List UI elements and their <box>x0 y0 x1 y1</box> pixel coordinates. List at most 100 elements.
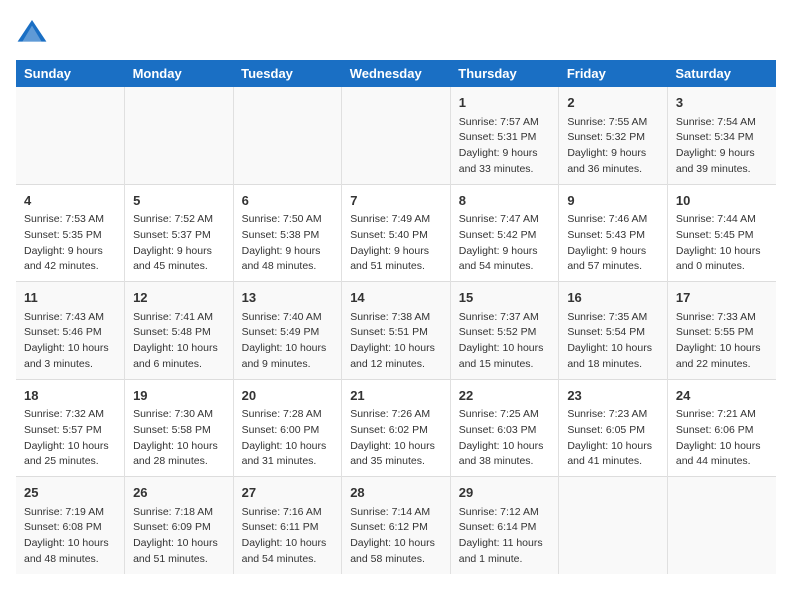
day-info: Sunrise: 7:49 AM Sunset: 5:40 PM Dayligh… <box>350 212 442 275</box>
day-number: 29 <box>459 483 551 503</box>
calendar-cell <box>233 87 342 184</box>
day-number: 10 <box>676 191 768 211</box>
day-info: Sunrise: 7:50 AM Sunset: 5:38 PM Dayligh… <box>242 212 334 275</box>
week-row-1: 1Sunrise: 7:57 AM Sunset: 5:31 PM Daylig… <box>16 87 776 184</box>
day-info: Sunrise: 7:37 AM Sunset: 5:52 PM Dayligh… <box>459 310 551 373</box>
calendar-cell: 10Sunrise: 7:44 AM Sunset: 5:45 PM Dayli… <box>667 184 776 282</box>
day-number: 28 <box>350 483 442 503</box>
day-number: 1 <box>459 93 551 113</box>
calendar-cell: 28Sunrise: 7:14 AM Sunset: 6:12 PM Dayli… <box>342 477 451 574</box>
page-header <box>16 16 776 48</box>
day-info: Sunrise: 7:25 AM Sunset: 6:03 PM Dayligh… <box>459 407 551 470</box>
day-info: Sunrise: 7:33 AM Sunset: 5:55 PM Dayligh… <box>676 310 768 373</box>
calendar-cell: 11Sunrise: 7:43 AM Sunset: 5:46 PM Dayli… <box>16 282 125 380</box>
day-number: 3 <box>676 93 768 113</box>
calendar-cell: 2Sunrise: 7:55 AM Sunset: 5:32 PM Daylig… <box>559 87 668 184</box>
calendar-cell: 19Sunrise: 7:30 AM Sunset: 5:58 PM Dayli… <box>125 379 234 477</box>
calendar-cell: 3Sunrise: 7:54 AM Sunset: 5:34 PM Daylig… <box>667 87 776 184</box>
day-header-wednesday: Wednesday <box>342 60 451 87</box>
calendar-cell: 13Sunrise: 7:40 AM Sunset: 5:49 PM Dayli… <box>233 282 342 380</box>
logo-icon <box>16 16 48 48</box>
day-info: Sunrise: 7:52 AM Sunset: 5:37 PM Dayligh… <box>133 212 225 275</box>
day-info: Sunrise: 7:23 AM Sunset: 6:05 PM Dayligh… <box>567 407 659 470</box>
day-info: Sunrise: 7:53 AM Sunset: 5:35 PM Dayligh… <box>24 212 116 275</box>
day-info: Sunrise: 7:21 AM Sunset: 6:06 PM Dayligh… <box>676 407 768 470</box>
week-row-2: 4Sunrise: 7:53 AM Sunset: 5:35 PM Daylig… <box>16 184 776 282</box>
day-number: 20 <box>242 386 334 406</box>
calendar-cell: 15Sunrise: 7:37 AM Sunset: 5:52 PM Dayli… <box>450 282 559 380</box>
calendar-cell: 17Sunrise: 7:33 AM Sunset: 5:55 PM Dayli… <box>667 282 776 380</box>
calendar-cell <box>559 477 668 574</box>
calendar-cell: 18Sunrise: 7:32 AM Sunset: 5:57 PM Dayli… <box>16 379 125 477</box>
day-number: 24 <box>676 386 768 406</box>
logo <box>16 16 52 48</box>
day-number: 7 <box>350 191 442 211</box>
day-info: Sunrise: 7:55 AM Sunset: 5:32 PM Dayligh… <box>567 115 659 178</box>
calendar-cell: 1Sunrise: 7:57 AM Sunset: 5:31 PM Daylig… <box>450 87 559 184</box>
day-header-saturday: Saturday <box>667 60 776 87</box>
calendar-cell: 22Sunrise: 7:25 AM Sunset: 6:03 PM Dayli… <box>450 379 559 477</box>
day-info: Sunrise: 7:54 AM Sunset: 5:34 PM Dayligh… <box>676 115 768 178</box>
day-number: 12 <box>133 288 225 308</box>
day-number: 11 <box>24 288 116 308</box>
week-row-4: 18Sunrise: 7:32 AM Sunset: 5:57 PM Dayli… <box>16 379 776 477</box>
day-number: 14 <box>350 288 442 308</box>
day-info: Sunrise: 7:16 AM Sunset: 6:11 PM Dayligh… <box>242 505 334 568</box>
day-header-friday: Friday <box>559 60 668 87</box>
calendar-cell: 25Sunrise: 7:19 AM Sunset: 6:08 PM Dayli… <box>16 477 125 574</box>
calendar-table: SundayMondayTuesdayWednesdayThursdayFrid… <box>16 60 776 574</box>
day-header-sunday: Sunday <box>16 60 125 87</box>
calendar-cell: 5Sunrise: 7:52 AM Sunset: 5:37 PM Daylig… <box>125 184 234 282</box>
calendar-cell: 23Sunrise: 7:23 AM Sunset: 6:05 PM Dayli… <box>559 379 668 477</box>
day-number: 23 <box>567 386 659 406</box>
day-info: Sunrise: 7:32 AM Sunset: 5:57 PM Dayligh… <box>24 407 116 470</box>
calendar-cell: 29Sunrise: 7:12 AM Sunset: 6:14 PM Dayli… <box>450 477 559 574</box>
day-header-tuesday: Tuesday <box>233 60 342 87</box>
day-number: 25 <box>24 483 116 503</box>
day-number: 13 <box>242 288 334 308</box>
calendar-cell: 8Sunrise: 7:47 AM Sunset: 5:42 PM Daylig… <box>450 184 559 282</box>
day-number: 27 <box>242 483 334 503</box>
calendar-cell: 9Sunrise: 7:46 AM Sunset: 5:43 PM Daylig… <box>559 184 668 282</box>
calendar-cell: 4Sunrise: 7:53 AM Sunset: 5:35 PM Daylig… <box>16 184 125 282</box>
calendar-cell <box>125 87 234 184</box>
calendar-cell: 16Sunrise: 7:35 AM Sunset: 5:54 PM Dayli… <box>559 282 668 380</box>
calendar-cell: 6Sunrise: 7:50 AM Sunset: 5:38 PM Daylig… <box>233 184 342 282</box>
calendar-cell: 24Sunrise: 7:21 AM Sunset: 6:06 PM Dayli… <box>667 379 776 477</box>
day-number: 4 <box>24 191 116 211</box>
day-number: 18 <box>24 386 116 406</box>
day-info: Sunrise: 7:40 AM Sunset: 5:49 PM Dayligh… <box>242 310 334 373</box>
day-info: Sunrise: 7:44 AM Sunset: 5:45 PM Dayligh… <box>676 212 768 275</box>
day-number: 6 <box>242 191 334 211</box>
days-header-row: SundayMondayTuesdayWednesdayThursdayFrid… <box>16 60 776 87</box>
day-info: Sunrise: 7:28 AM Sunset: 6:00 PM Dayligh… <box>242 407 334 470</box>
day-info: Sunrise: 7:47 AM Sunset: 5:42 PM Dayligh… <box>459 212 551 275</box>
day-header-monday: Monday <box>125 60 234 87</box>
day-number: 2 <box>567 93 659 113</box>
day-info: Sunrise: 7:12 AM Sunset: 6:14 PM Dayligh… <box>459 505 551 568</box>
day-number: 9 <box>567 191 659 211</box>
day-number: 22 <box>459 386 551 406</box>
day-number: 17 <box>676 288 768 308</box>
day-number: 19 <box>133 386 225 406</box>
day-number: 15 <box>459 288 551 308</box>
calendar-cell: 7Sunrise: 7:49 AM Sunset: 5:40 PM Daylig… <box>342 184 451 282</box>
day-number: 8 <box>459 191 551 211</box>
week-row-5: 25Sunrise: 7:19 AM Sunset: 6:08 PM Dayli… <box>16 477 776 574</box>
day-info: Sunrise: 7:26 AM Sunset: 6:02 PM Dayligh… <box>350 407 442 470</box>
day-header-thursday: Thursday <box>450 60 559 87</box>
day-number: 16 <box>567 288 659 308</box>
calendar-cell: 14Sunrise: 7:38 AM Sunset: 5:51 PM Dayli… <box>342 282 451 380</box>
day-info: Sunrise: 7:14 AM Sunset: 6:12 PM Dayligh… <box>350 505 442 568</box>
calendar-cell <box>16 87 125 184</box>
day-info: Sunrise: 7:38 AM Sunset: 5:51 PM Dayligh… <box>350 310 442 373</box>
calendar-cell <box>342 87 451 184</box>
day-info: Sunrise: 7:18 AM Sunset: 6:09 PM Dayligh… <box>133 505 225 568</box>
calendar-cell: 27Sunrise: 7:16 AM Sunset: 6:11 PM Dayli… <box>233 477 342 574</box>
day-info: Sunrise: 7:35 AM Sunset: 5:54 PM Dayligh… <box>567 310 659 373</box>
day-info: Sunrise: 7:43 AM Sunset: 5:46 PM Dayligh… <box>24 310 116 373</box>
day-number: 5 <box>133 191 225 211</box>
calendar-cell: 26Sunrise: 7:18 AM Sunset: 6:09 PM Dayli… <box>125 477 234 574</box>
day-info: Sunrise: 7:57 AM Sunset: 5:31 PM Dayligh… <box>459 115 551 178</box>
calendar-cell: 20Sunrise: 7:28 AM Sunset: 6:00 PM Dayli… <box>233 379 342 477</box>
